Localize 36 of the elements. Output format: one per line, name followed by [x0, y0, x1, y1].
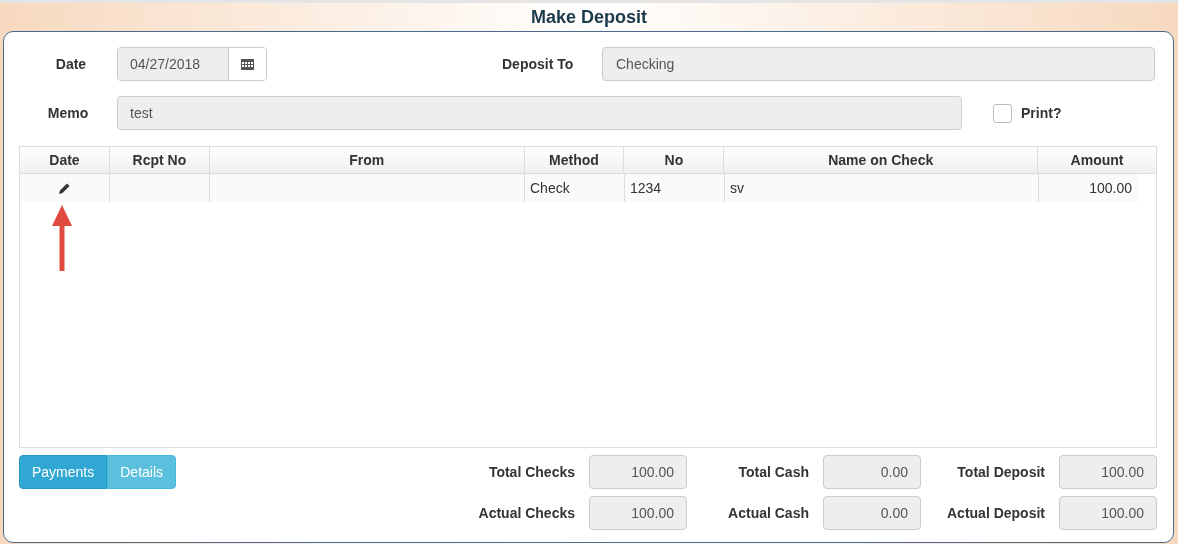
total-field[interactable]: 0.00	[823, 496, 921, 530]
calendar-icon	[241, 58, 254, 70]
annotation-arrow	[51, 204, 73, 271]
page-title: Make Deposit	[530, 5, 647, 29]
total-field[interactable]: 0.00	[823, 455, 921, 489]
table-cell-text: Check	[530, 178, 570, 198]
print-checkbox[interactable]	[993, 103, 1012, 123]
total-label: Actual Checks	[477, 503, 576, 523]
total-field[interactable]: 100.00	[1059, 496, 1157, 530]
field-label: Date	[54, 54, 88, 74]
pencil-icon[interactable]	[58, 181, 71, 195]
total-label: Actual Cash	[727, 503, 810, 523]
total-field[interactable]: 100.00	[589, 496, 687, 530]
table-cell-text: 1234	[630, 178, 662, 198]
calendar-button[interactable]	[228, 48, 266, 80]
total-label: Actual Deposit	[946, 503, 1046, 523]
column-header[interactable]: Date	[20, 147, 110, 173]
deposit-to-field[interactable]: Checking	[602, 47, 1155, 81]
column-header[interactable]: Method	[524, 147, 625, 173]
column-header[interactable]: Amount	[1038, 147, 1156, 173]
date-field[interactable]: 04/27/2018	[117, 47, 267, 81]
memo-field[interactable]: test	[117, 96, 962, 130]
total-field[interactable]: 100.00	[589, 455, 687, 489]
column-header[interactable]: No	[624, 147, 725, 173]
column-header[interactable]: Rcpt No	[109, 147, 210, 173]
table-cell-text: sv	[730, 178, 744, 198]
table-cell-text: 100.00	[1089, 178, 1132, 198]
total-label: Total Checks	[487, 462, 576, 482]
field-label: Deposit To	[502, 54, 575, 74]
total-field[interactable]: 100.00	[1059, 455, 1157, 489]
field-label: Memo	[46, 103, 90, 123]
total-label: Total Cash	[737, 462, 810, 482]
total-label: Total Deposit	[956, 462, 1046, 482]
column-header[interactable]: From	[209, 147, 525, 173]
checkbox-label: Print?	[1021, 103, 1062, 123]
column-header[interactable]: Name on Check	[724, 147, 1039, 173]
